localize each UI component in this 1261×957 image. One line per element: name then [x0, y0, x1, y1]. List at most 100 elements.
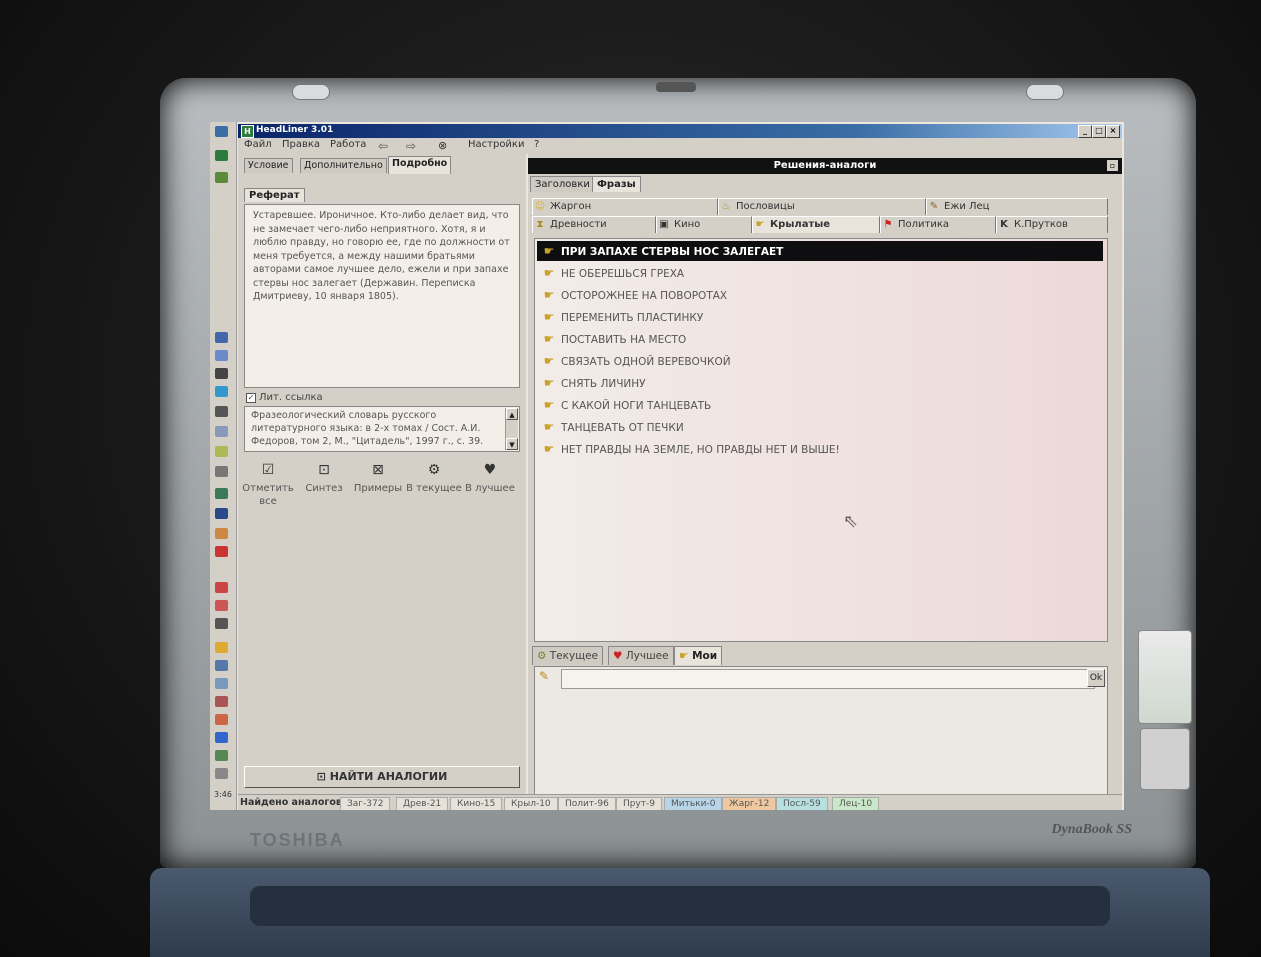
- back-arrow-icon[interactable]: ⇦: [378, 139, 388, 153]
- status-item[interactable]: Лец-10: [832, 797, 880, 810]
- category-politics[interactable]: ⚑ Политика: [880, 216, 996, 233]
- panel-close-icon[interactable]: ▫: [1107, 160, 1118, 171]
- tray-icon[interactable]: [215, 386, 228, 397]
- tab-detailed[interactable]: Подробно: [388, 156, 452, 174]
- start-icon[interactable]: [215, 126, 228, 137]
- status-item[interactable]: Древ-21: [396, 797, 449, 810]
- pot-icon: ♨: [721, 201, 731, 212]
- status-item[interactable]: Посл-59: [776, 797, 828, 810]
- list-item[interactable]: ☛ ПРИ ЗАПАХЕ СТЕРВЫ НОС ЗАЛЕГАЕТ: [537, 241, 1103, 261]
- list-item[interactable]: ☛ ОСТОРОЖНЕЕ НА ПОВОРОТАХ: [537, 285, 1103, 305]
- list-item[interactable]: ☛ ПЕРЕМЕНИТЬ ПЛАСТИНКУ: [537, 307, 1103, 327]
- tray-icon[interactable]: [215, 750, 228, 761]
- list-item[interactable]: ☛ ПОСТАВИТЬ НА МЕСТО: [537, 329, 1103, 349]
- menu-file[interactable]: Файл: [244, 139, 272, 150]
- lit-reference-text: Фразеологический словарь русского литера…: [251, 410, 484, 447]
- ok-button[interactable]: Ok: [1087, 669, 1105, 687]
- list-item[interactable]: ☛ НЕ ОБЕРЕШЬСЯ ГРЕХА: [537, 263, 1103, 283]
- tab-current[interactable]: ⚙ Текущее: [532, 646, 604, 665]
- referat-box: Устаревшее. Ироничное. Кто-либо делает в…: [244, 204, 520, 388]
- tab-headlines[interactable]: Заголовки: [530, 176, 595, 192]
- menu-edit[interactable]: Правка: [282, 139, 320, 150]
- to-current-button[interactable]: ⚙ В текущее: [406, 463, 462, 495]
- tray-icon[interactable]: [215, 332, 228, 343]
- tray-icon[interactable]: [215, 618, 228, 629]
- status-item[interactable]: Крыл-10: [504, 797, 558, 810]
- task-icon[interactable]: [215, 172, 228, 183]
- list-item[interactable]: ☛ СВЯЗАТЬ ОДНОЙ ВЕРЕВОЧКОЙ: [537, 351, 1103, 371]
- to-best-button[interactable]: ♥ В лучшее: [462, 463, 518, 495]
- status-item[interactable]: Прут-9: [616, 797, 663, 810]
- status-item[interactable]: Заг-372: [340, 797, 391, 810]
- status-item[interactable]: Полит-96: [558, 797, 616, 810]
- webcam: [656, 82, 696, 92]
- tray-icon[interactable]: [215, 696, 228, 707]
- tab-condition[interactable]: Условие: [244, 158, 293, 173]
- category-lec[interactable]: ✎ Ежи Лец: [926, 198, 1108, 215]
- list-item[interactable]: ☛ С КАКОЙ НОГИ ТАНЦЕВАТЬ: [537, 395, 1103, 415]
- list-item[interactable]: ☛ ТАНЦЕВАТЬ ОТ ПЕЧКИ: [537, 417, 1103, 437]
- tab-mine[interactable]: ☛ Мои: [674, 646, 723, 665]
- window-title: HeadLiner 3.01: [256, 125, 334, 135]
- menu-help[interactable]: ?: [534, 139, 539, 150]
- category-winged[interactable]: ☛ Крылатые: [752, 216, 880, 233]
- synthesis-button[interactable]: ⊡ Синтез: [296, 463, 352, 495]
- tray-icon[interactable]: [215, 600, 228, 611]
- phrases-list[interactable]: ☛ ПРИ ЗАПАХЕ СТЕРВЫ НОС ЗАЛЕГАЕТ ☛ НЕ ОБЕР…: [534, 238, 1108, 642]
- my-phrase-input[interactable]: [561, 669, 1095, 689]
- menu-work[interactable]: Работа: [330, 139, 366, 150]
- maximize-button[interactable]: □: [1092, 125, 1106, 138]
- examples-button[interactable]: ⊠ Примеры: [350, 463, 406, 495]
- tab-phrases[interactable]: Фразы: [592, 176, 641, 192]
- category-jargon[interactable]: ☺ Жаргон: [532, 198, 718, 215]
- menu-settings[interactable]: Настройки: [468, 139, 524, 150]
- minimize-button[interactable]: _: [1078, 125, 1092, 138]
- tray-icon[interactable]: [215, 582, 228, 593]
- tray-icon[interactable]: [215, 368, 228, 379]
- lit-reference-checkbox[interactable]: ✓ Лит. ссылка: [246, 392, 323, 403]
- tray-icon[interactable]: [215, 426, 228, 437]
- tray-icon[interactable]: [215, 660, 228, 671]
- referat-tab[interactable]: Реферат: [244, 188, 305, 202]
- status-item[interactable]: Митьки-0: [664, 797, 723, 810]
- list-item[interactable]: ☛ СНЯТЬ ЛИЧИНУ: [537, 373, 1103, 393]
- lit-scrollbar[interactable]: ▲ ▼: [505, 408, 518, 450]
- tray-icon[interactable]: [215, 642, 228, 653]
- tray-icon[interactable]: [215, 768, 228, 779]
- tray-icon[interactable]: [215, 350, 228, 361]
- status-item[interactable]: Жарг-12: [722, 797, 777, 810]
- lit-reference-label: Лит. ссылка: [259, 392, 323, 403]
- forward-arrow-icon[interactable]: ⇨: [406, 139, 416, 153]
- tray-icon[interactable]: [215, 466, 228, 477]
- word-icon[interactable]: [215, 508, 228, 519]
- list-item[interactable]: ☛ НЕТ ПРАВДЫ НА ЗЕМЛЕ, НО ПРАВДЫ НЕТ И ВЫ…: [537, 439, 1103, 459]
- tray-icon[interactable]: [215, 714, 228, 725]
- tray-icon[interactable]: [215, 678, 228, 689]
- tray-icon[interactable]: [215, 446, 228, 457]
- status-bar: Найдено аналогов: Заг-372 Древ-21 Кино-1…: [238, 794, 1122, 810]
- category-antiquities[interactable]: ⧗ Древности: [532, 216, 656, 233]
- stop-icon[interactable]: ⊗: [438, 139, 447, 152]
- tab-additional[interactable]: Дополнительно: [300, 158, 387, 173]
- find-analogies-button[interactable]: ⊡ НАЙТИ АНАЛОГИИ: [244, 766, 520, 788]
- status-item[interactable]: Кино-15: [450, 797, 503, 810]
- tray-icon[interactable]: [215, 546, 228, 557]
- category-prutkov[interactable]: K К.Прутков: [996, 216, 1108, 233]
- tab-best[interactable]: ♥ Лучшее: [608, 646, 674, 665]
- tray-icon[interactable]: [215, 528, 228, 539]
- scroll-up-icon[interactable]: ▲: [506, 408, 518, 420]
- tray-icon[interactable]: [215, 406, 228, 417]
- category-cinema[interactable]: ▣ Кино: [656, 216, 752, 233]
- category-proverbs[interactable]: ♨ Пословицы: [718, 198, 926, 215]
- title-bar[interactable]: H HeadLiner 3.01 _ □ ×: [238, 124, 1122, 138]
- checkbox-check-icon[interactable]: ✓: [246, 393, 256, 403]
- hand-icon: ☛: [543, 266, 555, 280]
- tray-icon[interactable]: [215, 732, 228, 743]
- mark-all-button[interactable]: ☑ Отметить все: [240, 463, 296, 508]
- hourglass-icon: ⧗: [536, 219, 544, 230]
- k-icon: K: [1000, 219, 1008, 230]
- close-button[interactable]: ×: [1106, 125, 1120, 138]
- scroll-down-icon[interactable]: ▼: [506, 438, 518, 450]
- headliner-task-icon[interactable]: [215, 150, 228, 161]
- tray-icon[interactable]: [215, 488, 228, 499]
